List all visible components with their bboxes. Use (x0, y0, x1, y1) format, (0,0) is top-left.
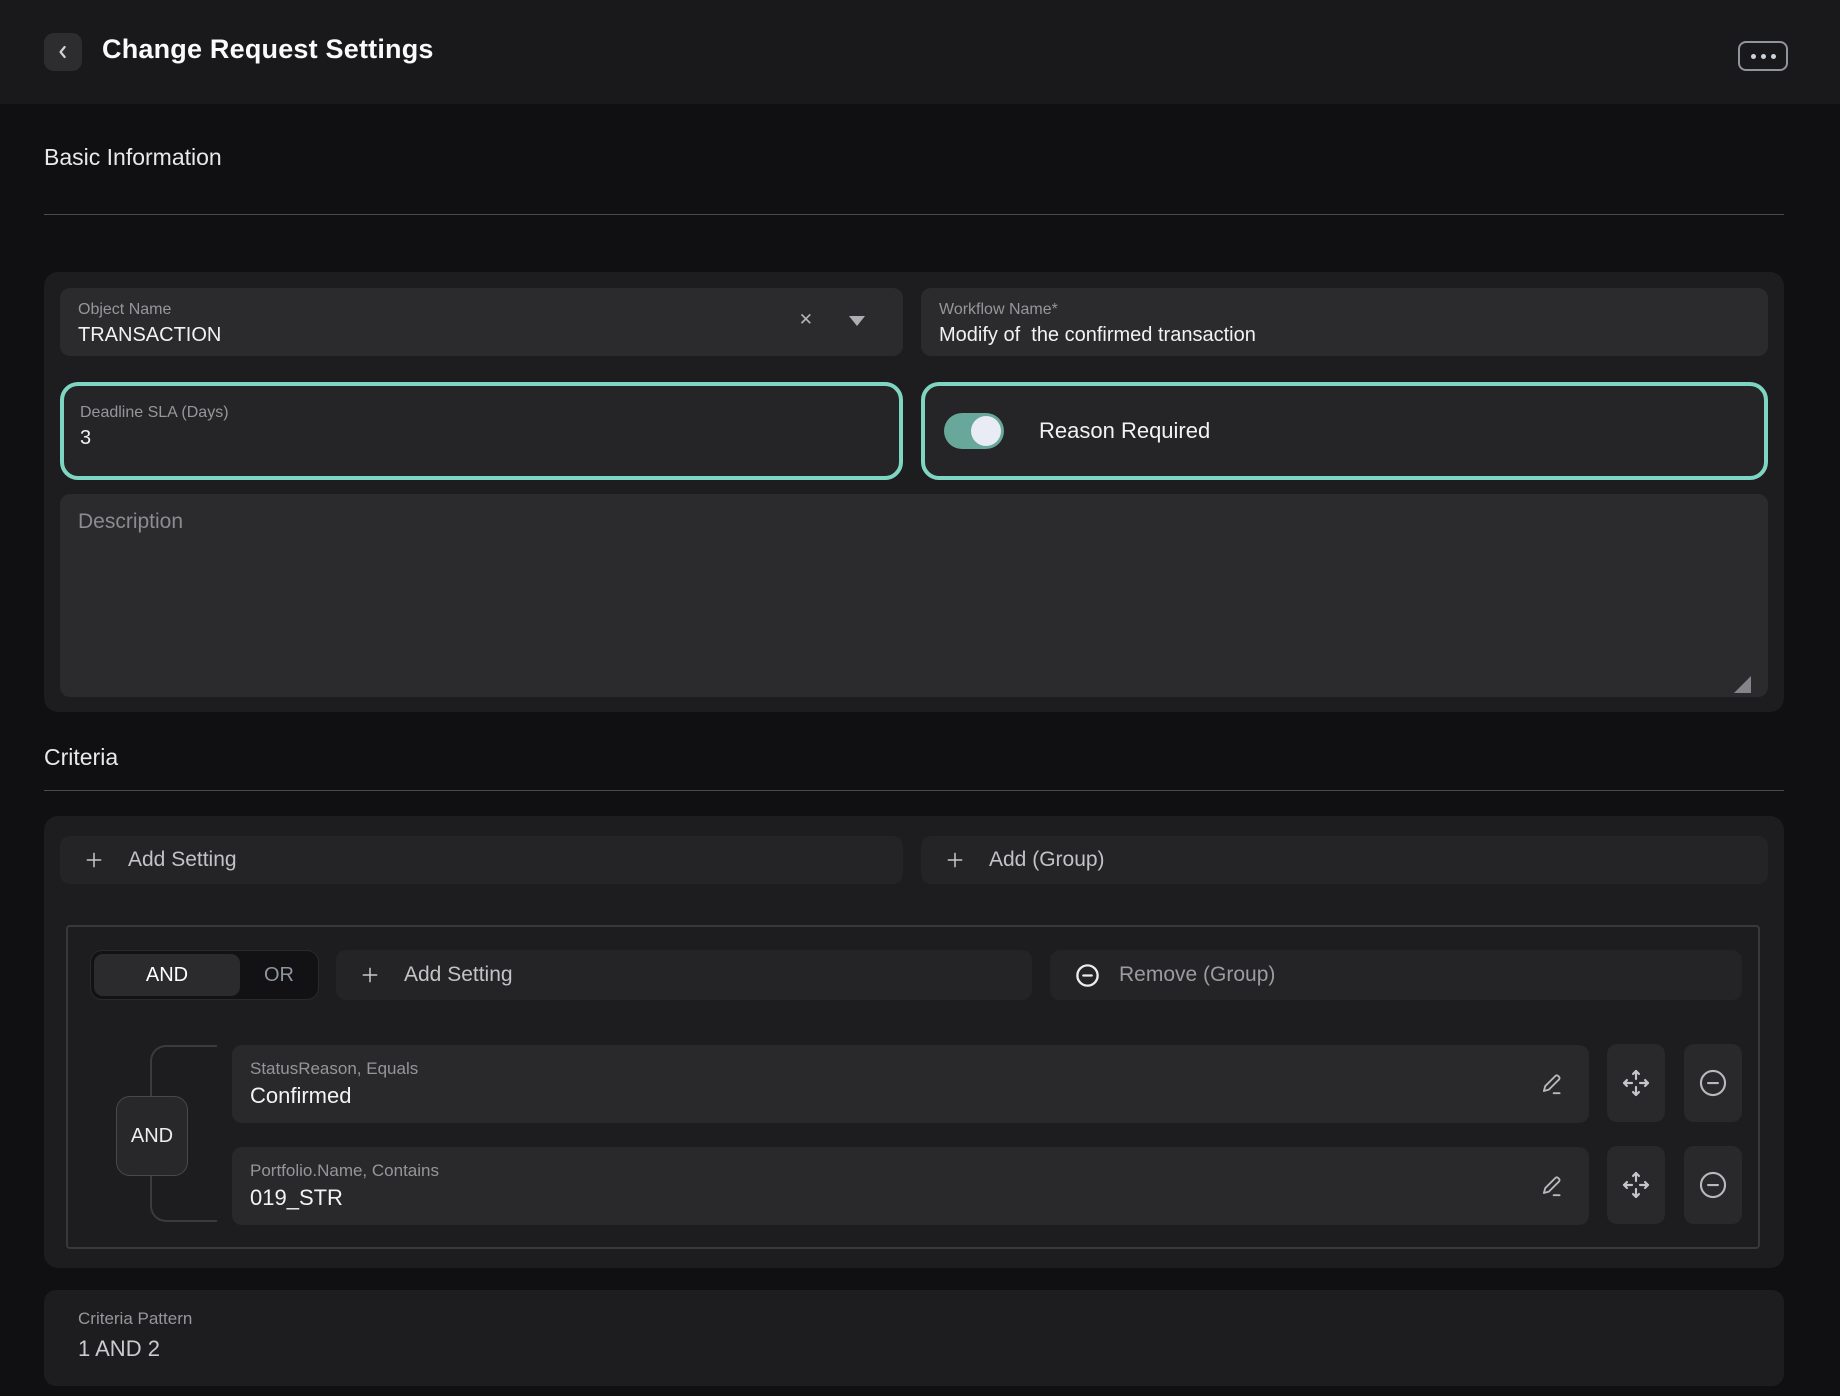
workflow-name-value: Modify of the confirmed transaction (939, 321, 1750, 350)
reason-required-toggle[interactable] (944, 413, 1004, 449)
move-row-button[interactable] (1607, 1146, 1665, 1224)
edit-pencil-icon[interactable] (1539, 1071, 1565, 1097)
remove-minus-circle-icon (1696, 1168, 1730, 1202)
resize-handle-icon[interactable] (1734, 676, 1751, 693)
move-row-button[interactable] (1607, 1044, 1665, 1122)
add-group-label: Add (Group) (989, 848, 1105, 872)
description-textarea[interactable] (60, 494, 1768, 697)
deadline-sla-value: 3 (80, 424, 881, 453)
toggle-knob-icon (971, 416, 1001, 446)
operator-toggle: AND OR (90, 950, 319, 1000)
move-arrows-icon (1620, 1169, 1652, 1201)
add-group-button[interactable]: Add (Group) (921, 836, 1768, 884)
deadline-sla-field[interactable]: Deadline SLA (Days) 3 (60, 382, 903, 480)
remove-row-button[interactable] (1684, 1044, 1742, 1122)
criteria-pattern-label: Criteria Pattern (78, 1306, 1784, 1332)
criteria-row-value: 019_STR (250, 1183, 1519, 1214)
criteria-row: Portfolio.Name, Contains 019_STR (232, 1147, 1589, 1225)
add-setting-label: Add Setting (128, 848, 237, 872)
remove-row-button[interactable] (1684, 1146, 1742, 1224)
object-name-value: TRANSACTION (78, 321, 885, 350)
reason-required-field: Reason Required (921, 382, 1768, 480)
remove-group-label: Remove (Group) (1119, 963, 1275, 987)
connector-and-chip: AND (116, 1096, 188, 1176)
operator-and-option[interactable]: AND (94, 954, 240, 996)
criteria-pattern-value: 1 AND 2 (78, 1332, 1784, 1365)
plus-icon (360, 965, 380, 985)
operator-or-option[interactable]: OR (240, 964, 318, 987)
basic-information-card: Object Name TRANSACTION ✕ Workflow Name*… (44, 272, 1784, 712)
back-button[interactable] (44, 33, 82, 71)
criteria-heading: Criteria (44, 744, 118, 771)
clear-x-icon[interactable]: ✕ (799, 310, 813, 330)
workflow-name-label: Workflow Name* (939, 299, 1750, 321)
move-arrows-icon (1620, 1067, 1652, 1099)
header-bar: Change Request Settings (0, 0, 1840, 104)
object-name-field[interactable]: Object Name TRANSACTION ✕ (60, 288, 903, 356)
more-options-button[interactable] (1738, 41, 1788, 71)
edit-pencil-icon[interactable] (1539, 1173, 1565, 1199)
group-add-setting-label: Add Setting (404, 963, 513, 987)
criteria-card: Add Setting Add (Group) AND OR Add Setti… (44, 816, 1784, 1268)
chevron-left-icon (53, 42, 73, 62)
criteria-row: StatusReason, Equals Confirmed (232, 1045, 1589, 1123)
workflow-name-field[interactable]: Workflow Name* Modify of the confirmed t… (921, 288, 1768, 356)
object-name-label: Object Name (78, 299, 885, 321)
add-setting-button[interactable]: Add Setting (60, 836, 903, 884)
remove-group-button[interactable]: Remove (Group) (1050, 950, 1742, 1000)
remove-minus-circle-icon (1696, 1066, 1730, 1100)
caret-down-icon[interactable] (849, 316, 865, 326)
plus-icon (84, 850, 104, 870)
criteria-row-label: Portfolio.Name, Contains (250, 1159, 1519, 1183)
criteria-row-label: StatusReason, Equals (250, 1057, 1519, 1081)
criteria-group-box: AND OR Add Setting Remove (Group) AND St… (66, 925, 1760, 1249)
minus-circle-icon (1074, 962, 1101, 989)
reason-required-label: Reason Required (1039, 418, 1210, 444)
deadline-sla-label: Deadline SLA (Days) (80, 402, 881, 424)
ellipsis-icon (1751, 54, 1756, 59)
group-add-setting-button[interactable]: Add Setting (336, 950, 1032, 1000)
plus-icon (945, 850, 965, 870)
criteria-row-value: Confirmed (250, 1081, 1519, 1112)
criteria-pattern-field[interactable]: Criteria Pattern 1 AND 2 (44, 1290, 1784, 1386)
basic-information-heading: Basic Information (44, 144, 222, 171)
section-divider (44, 790, 1784, 791)
section-divider (44, 214, 1784, 215)
page-title: Change Request Settings (102, 34, 434, 65)
